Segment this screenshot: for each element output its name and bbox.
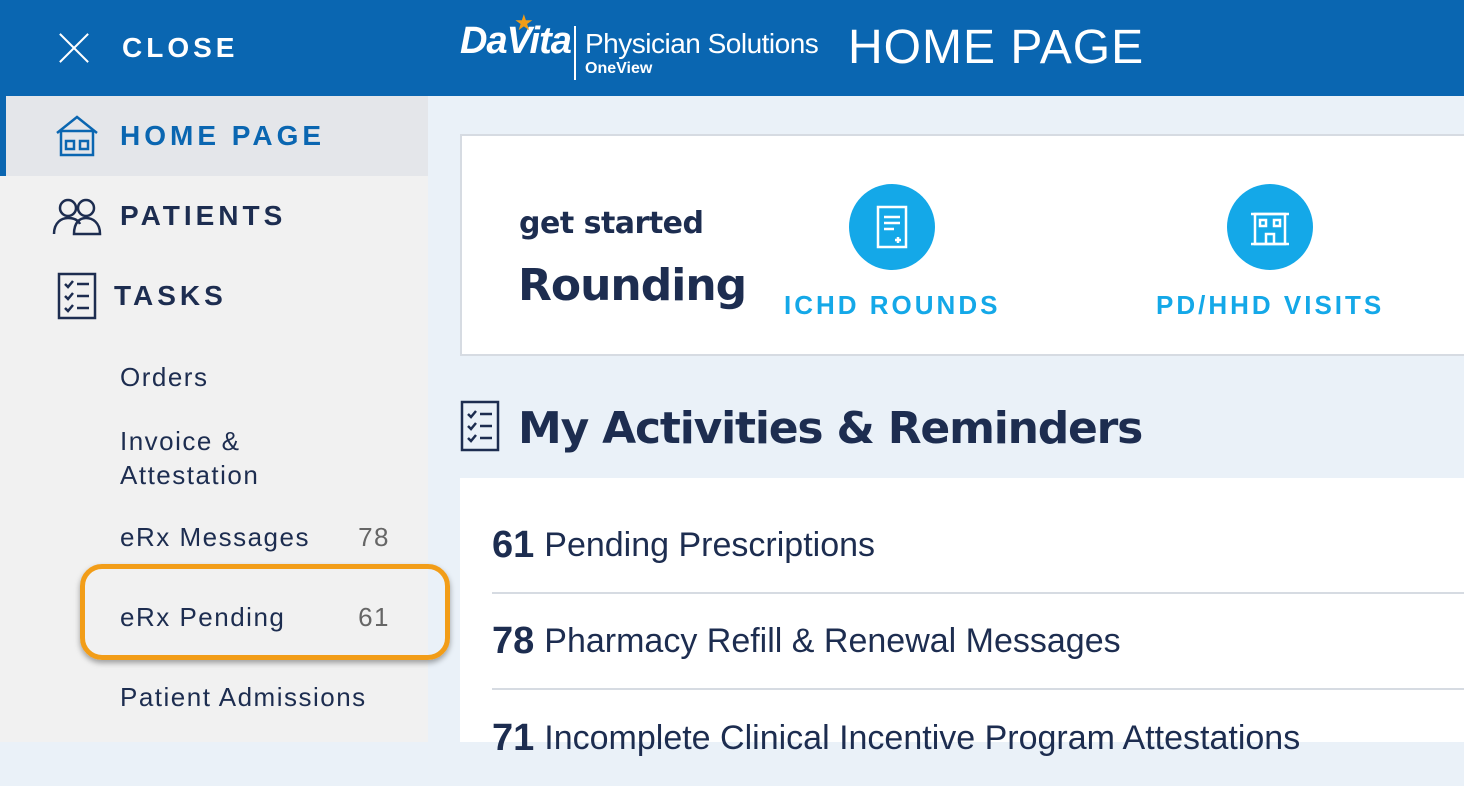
sidebar-subitem-label: Patient Admissions	[120, 682, 367, 712]
count-badge: 78	[358, 522, 390, 552]
logo-divider	[574, 26, 576, 80]
sidebar-subitem-label: eRx Messages	[120, 522, 310, 552]
checklist-icon	[460, 400, 500, 457]
sidebar-subitem-label: Attestation	[120, 460, 260, 490]
highlight-outline	[80, 564, 450, 660]
sidebar-subitem-invoice-attestation[interactable]: Invoice & Attestation	[0, 424, 428, 520]
patients-icon	[52, 191, 102, 241]
top-header: DaVita ★ Physician Solutions OneView HOM…	[428, 0, 1464, 96]
ichd-rounds-label: ICHD ROUNDS	[784, 290, 1001, 320]
get-started-label: get started	[519, 206, 704, 241]
sidebar-subitem-orders[interactable]: Orders	[0, 360, 428, 424]
rounding-card: get started Rounding ICHD ROUNDS PD/HHD …	[460, 134, 1464, 356]
sidebar-item-home-page[interactable]: HOME PAGE	[0, 96, 428, 176]
tasks-checklist-icon	[52, 271, 102, 321]
sidebar-subitem-label: Invoice &	[120, 426, 241, 456]
activity-label: Pharmacy Refill & Renewal Messages	[544, 621, 1121, 660]
activity-count: 71	[492, 716, 535, 759]
sidebar-close-bar[interactable]: CLOSE	[0, 0, 428, 96]
sidebar-item-tasks[interactable]: TASKS	[0, 256, 428, 336]
rounding-heading: Rounding	[518, 260, 747, 311]
document-icon	[849, 184, 936, 270]
pd-hhd-visits-label: PD/HHD VISITS	[1156, 290, 1385, 320]
building-icon	[1227, 184, 1314, 270]
page-title: HOME PAGE	[848, 21, 1145, 74]
activity-count: 61	[492, 523, 535, 566]
activity-label: Incomplete Clinical Incentive Program At…	[544, 718, 1301, 757]
sidebar: CLOSE HOME PAGE PATIENTS TASKS Orders In…	[0, 0, 450, 744]
sidebar-item-label: TASKS	[114, 280, 227, 311]
logo-subtitle: OneView	[585, 60, 653, 77]
activity-item-pending-prescriptions[interactable]: 61 Pending Prescriptions	[492, 498, 1464, 594]
sidebar-subitem-label: Orders	[120, 362, 209, 392]
activity-item-incomplete-attestations[interactable]: 71 Incomplete Clinical Incentive Program…	[492, 690, 1464, 786]
activity-label: Pending Prescriptions	[544, 525, 876, 564]
sidebar-subitem-label-wrap: Invoice & Attestation	[120, 424, 259, 492]
pd-hhd-visits-button[interactable]: PD/HHD VISITS	[1156, 184, 1384, 321]
sidebar-item-label: PATIENTS	[120, 200, 287, 231]
close-label[interactable]: CLOSE	[122, 32, 238, 64]
home-icon	[52, 111, 102, 161]
sidebar-item-label: HOME PAGE	[120, 120, 326, 151]
star-icon: ★	[514, 10, 534, 35]
close-icon[interactable]	[56, 30, 92, 66]
sidebar-subitem-patient-admissions[interactable]: Patient Admissions	[0, 680, 428, 744]
activities-heading: My Activities & Reminders	[518, 403, 1143, 454]
activities-list: 61 Pending Prescriptions 78 Pharmacy Ref…	[460, 478, 1464, 759]
sidebar-item-patients[interactable]: PATIENTS	[0, 176, 428, 256]
activities-heading-row: My Activities & Reminders	[460, 400, 1143, 457]
activity-count: 78	[492, 619, 535, 662]
ichd-rounds-button[interactable]: ICHD ROUNDS	[784, 184, 1000, 321]
activity-item-pharmacy-messages[interactable]: 78 Pharmacy Refill & Renewal Messages	[492, 594, 1464, 690]
logo-product-name: Physician Solutions	[585, 28, 819, 59]
